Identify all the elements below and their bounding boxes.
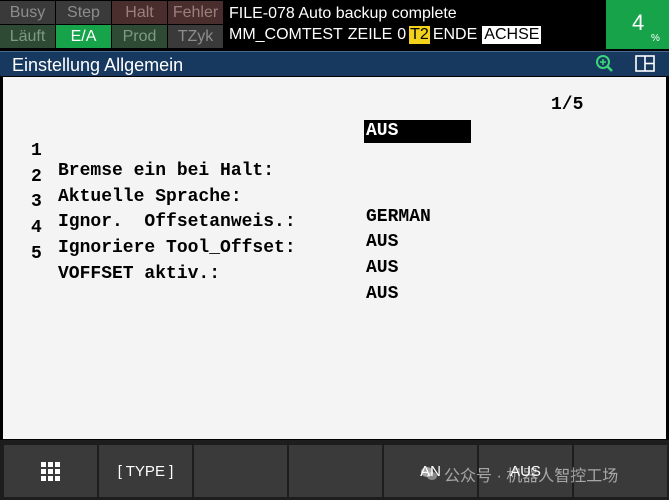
f3-button[interactable]: [289, 445, 382, 497]
page-indicator: 1/5: [551, 95, 584, 115]
menu-grid-icon: [41, 461, 60, 481]
setting-row-ignore-offset[interactable]: 3 Ignor. Offsetanweis.: AUS: [31, 172, 491, 252]
mode-badge: T2: [409, 26, 430, 44]
motion-type-badge: ACHSE: [482, 26, 542, 44]
status-fehler: Fehler: [168, 1, 223, 24]
next-button[interactable]: [574, 445, 667, 497]
status-tzyk: TZyk: [168, 25, 223, 48]
function-key-bar: [ TYPE ] AN AUS: [0, 440, 669, 500]
status-prod: Prod: [112, 25, 167, 48]
zoom-icon[interactable]: [594, 54, 616, 74]
status-ea: E/A: [56, 25, 111, 48]
f2-button[interactable]: [194, 445, 287, 497]
setting-value[interactable]: AUS: [364, 284, 400, 304]
on-button[interactable]: AN: [384, 445, 477, 497]
program-status-line: MM_COMTEST ZEILE 0 T2 ENDE ACHSE: [229, 26, 542, 44]
program-name: MM_COMTEST: [229, 26, 343, 43]
setting-row-voffset[interactable]: 5 VOFFSET aktiv.: AUS: [31, 224, 491, 304]
alarm-message: FILE-078 Auto backup complete: [229, 5, 457, 22]
status-indicator-panel: Busy Step Halt Fehler Läuft E/A Prod TZy…: [0, 0, 224, 49]
settings-panel: 1/5 1 Bremse ein bei Halt: AUS 2 Aktuell…: [3, 77, 666, 439]
status-busy: Busy: [0, 1, 55, 24]
status-laeuft: Läuft: [0, 25, 55, 48]
line-label: ZEILE: [347, 26, 393, 43]
override-unit: %: [651, 33, 660, 44]
status-halt: Halt: [112, 1, 167, 24]
setting-row-ignore-tool-offset[interactable]: 4 Ignoriere Tool_Offset: AUS: [31, 198, 491, 278]
setting-value[interactable]: AUS: [364, 258, 400, 278]
program-state: ENDE: [432, 26, 478, 43]
off-button[interactable]: AUS: [479, 445, 572, 497]
setting-value-selected[interactable]: AUS: [364, 120, 471, 143]
type-button[interactable]: [ TYPE ]: [99, 445, 192, 497]
setting-row-language[interactable]: 2 Aktuelle Sprache: GERMAN: [31, 147, 491, 227]
message-area: FILE-078 Auto backup complete MM_COMTEST…: [225, 0, 603, 49]
line-number: 0: [397, 26, 407, 43]
override-value: 4: [632, 10, 645, 35]
status-step: Step: [56, 1, 111, 24]
menu-grid-button[interactable]: [4, 445, 97, 497]
split-screen-icon[interactable]: [634, 54, 656, 74]
setting-row-brake-on-hold[interactable]: 1 Bremse ein bei Halt: AUS: [31, 120, 491, 181]
setting-label: VOFFSET aktiv.:: [58, 264, 221, 284]
setting-number: 5: [31, 244, 42, 264]
speed-override[interactable]: 4 %: [606, 0, 669, 49]
page-title: Einstellung Allgemein: [12, 55, 184, 75]
title-bar: Einstellung Allgemein: [0, 51, 669, 76]
